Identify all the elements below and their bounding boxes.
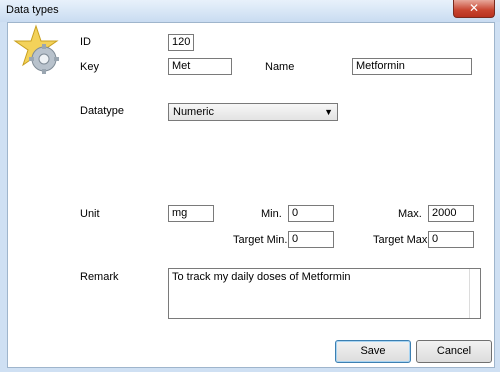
key-field[interactable] [168, 58, 232, 75]
remark-label: Remark [80, 271, 119, 283]
star-gear-icon [13, 24, 59, 74]
datatype-label: Datatype [80, 105, 125, 117]
target-max-field[interactable] [428, 231, 474, 248]
window-title: Data types [6, 4, 59, 16]
target-min-label: Target Min. [233, 234, 288, 246]
unit-field[interactable] [168, 205, 214, 222]
id-label: ID [80, 36, 91, 48]
datatype-select[interactable]: Numeric ▼ [168, 103, 338, 121]
title-bar: Data types ✕ [0, 0, 500, 22]
save-button[interactable]: Save [335, 340, 411, 363]
dialog-body: ID Key Name Datatype Numeric ▼ Unit Min.… [7, 22, 495, 368]
name-label: Name [265, 61, 295, 73]
close-button[interactable]: ✕ [453, 0, 495, 18]
datatype-value: Numeric [173, 106, 214, 118]
unit-label: Unit [80, 208, 100, 220]
close-icon: ✕ [468, 1, 480, 15]
name-field[interactable] [352, 58, 472, 75]
max-label: Max. [398, 208, 422, 220]
id-field[interactable] [168, 34, 194, 51]
remark-textarea[interactable]: To track my daily doses of Metformin [168, 268, 481, 319]
max-field[interactable] [428, 205, 474, 222]
target-max-label: Target Max. [373, 234, 431, 246]
min-label: Min. [261, 208, 282, 220]
min-field[interactable] [288, 205, 334, 222]
key-label: Key [80, 61, 99, 73]
target-min-field[interactable] [288, 231, 334, 248]
remark-text: To track my daily doses of Metformin [172, 271, 351, 283]
remark-scrollbar[interactable] [469, 269, 480, 318]
cancel-button[interactable]: Cancel [416, 340, 492, 363]
chevron-down-icon: ▼ [324, 107, 333, 117]
